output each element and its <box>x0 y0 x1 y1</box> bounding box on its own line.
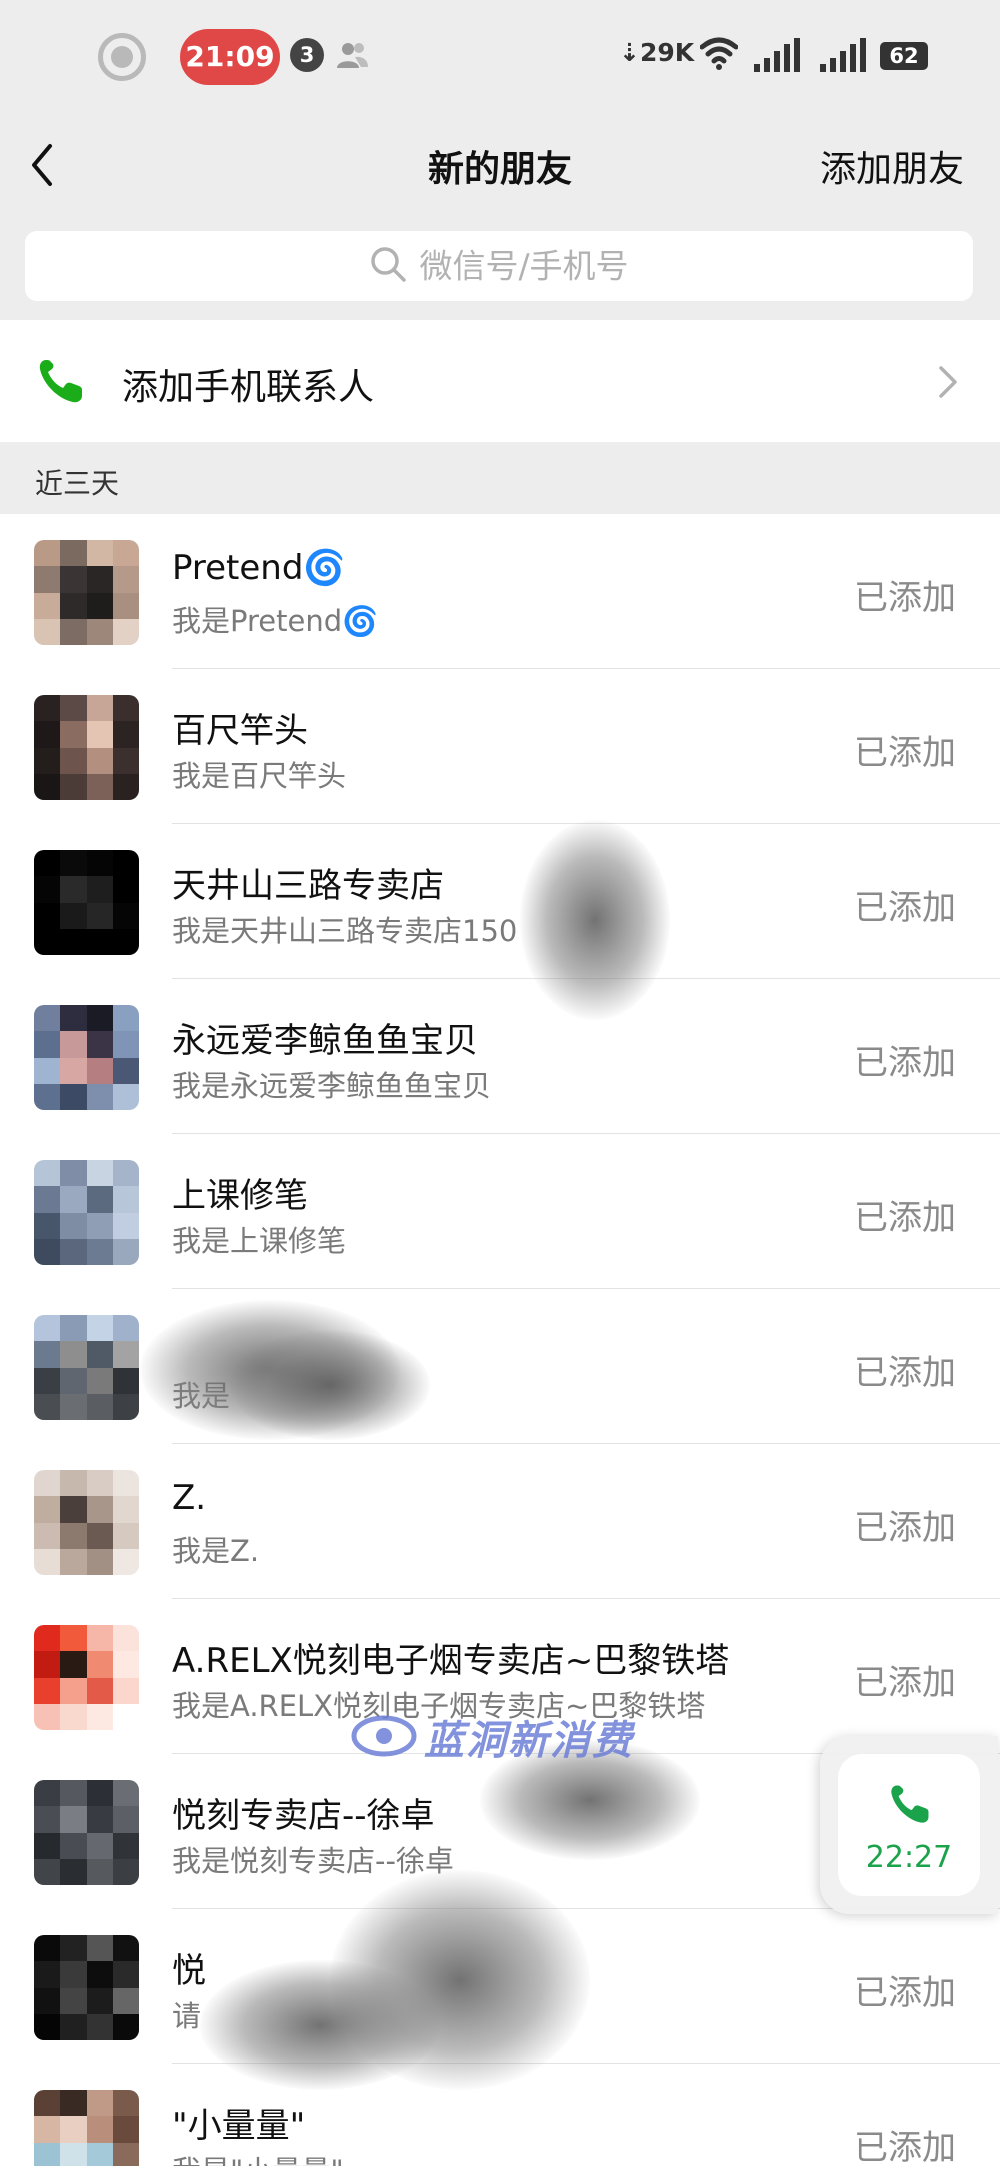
added-status-label: 已添加 <box>854 1198 956 1238</box>
friend-name: 悦 <box>172 1951 206 1991</box>
friend-name: 天井山三路专卖店 <box>172 866 444 906</box>
friend-request-message: 我是Z. <box>172 1534 260 1568</box>
battery-indicator: 62 <box>880 42 928 70</box>
avatar[interactable] <box>34 1160 139 1265</box>
friend-request-message: 我是天井山三路专卖店150 <box>172 914 518 948</box>
watermark: 蓝洞新消费 <box>350 1706 660 1766</box>
call-duration: 22:27 <box>865 1840 953 1875</box>
friend-row[interactable]: Z. 我是Z. 已添加 <box>0 1444 1000 1599</box>
friend-row[interactable]: 天井山三路专卖店我是天井山三路专卖店150 已添加 <box>0 824 1000 979</box>
added-status-label: 已添加 <box>854 1663 956 1703</box>
friend-name: 永远爱李鲸鱼鱼宝贝 <box>172 1021 478 1061</box>
chevron-right-icon <box>939 366 957 398</box>
added-status-label: 已添加 <box>854 888 956 928</box>
add-phone-contacts-item[interactable]: 添加手机联系人 <box>0 320 1000 442</box>
added-status-label: 已添加 <box>854 1973 956 2013</box>
new-friends-list: Pretend🌀 我是Pretend🌀 已添加 百尺竿头 我是百尺竿头 已添加 天井山三路专… <box>0 514 1000 2166</box>
watermark-logo-icon <box>351 1715 417 1757</box>
avatar[interactable] <box>34 695 139 800</box>
friend-request-message: 我是Pretend🌀 <box>172 604 379 638</box>
avatar[interactable] <box>34 850 139 955</box>
friend-row[interactable]: 悦请 已添加 <box>0 1909 1000 2064</box>
avatar[interactable] <box>34 1005 139 1110</box>
friend-name: Z. <box>172 1478 207 1518</box>
avatar[interactable] <box>34 540 139 645</box>
friend-name: 上课修笔 <box>172 1176 308 1216</box>
call-phone-icon <box>891 1785 929 1823</box>
avatar[interactable] <box>34 1315 139 1420</box>
added-status-label: 已添加 <box>854 578 956 618</box>
record-icon <box>98 33 146 81</box>
friend-request-message: 请 <box>172 1999 202 2033</box>
status-time[interactable]: 21:09 <box>180 29 280 85</box>
friend-row[interactable]: "小量量" 我是"小量量" 已添加 <box>0 2064 1000 2166</box>
friend-row[interactable]: 我是 已添加 <box>0 1289 1000 1444</box>
friend-row[interactable]: 百尺竿头我是百尺竿头 已添加 <box>0 669 1000 824</box>
search-icon <box>371 246 407 282</box>
friend-name: Pretend🌀 <box>172 548 346 588</box>
friend-name: 百尺竿头 <box>172 711 308 751</box>
avatar[interactable] <box>34 1470 139 1575</box>
signal-strength-2-icon <box>820 38 866 72</box>
added-status-label: 已添加 <box>854 2128 956 2166</box>
wifi-icon <box>700 37 738 70</box>
nav-bar: 新的朋友 添加朋友 <box>0 110 1000 220</box>
section-header: 近三天 <box>0 442 1000 514</box>
friend-request-message: 我是"小量量" <box>172 2148 344 2166</box>
friend-request-message: 我是百尺竿头 <box>172 759 347 793</box>
friend-request-message: 我是 <box>172 1379 231 1413</box>
added-status-label: 已添加 <box>854 1353 956 1393</box>
avatar[interactable] <box>34 1935 139 2040</box>
section-title: 近三天 <box>35 467 120 500</box>
network-speed: ⇣29K <box>619 38 695 67</box>
search-input[interactable]: 微信号/手机号 <box>25 231 973 301</box>
friend-row[interactable]: 永远爱李鲸鱼鱼宝贝我是永远爱李鲸鱼鱼宝贝 已添加 <box>0 979 1000 1134</box>
call-bubble-card: 22:27 <box>838 1754 980 1896</box>
search-placeholder: 微信号/手机号 <box>419 246 629 286</box>
friend-request-message: 我是上课修笔 <box>172 1224 347 1258</box>
avatar[interactable] <box>34 1780 139 1885</box>
notification-count-badge: 3 <box>290 38 324 72</box>
add-phone-contacts-label: 添加手机联系人 <box>122 367 375 408</box>
added-status-label: 已添加 <box>854 1508 956 1548</box>
friend-row[interactable]: Pretend🌀 我是Pretend🌀 已添加 <box>0 514 1000 669</box>
add-friend-button[interactable]: 添加朋友 <box>820 140 964 192</box>
status-bar: 21:09 3 ⇣29K 62 <box>0 0 1000 110</box>
friend-name: A.RELX悦刻电子烟专卖店~巴黎铁塔 <box>172 1641 730 1681</box>
added-status-label: 已添加 <box>854 1043 956 1083</box>
friend-name: "小量量" <box>172 2106 306 2146</box>
friend-request-message: 我是悦刻专卖店--徐卓 <box>172 1844 454 1878</box>
signal-strength-icon <box>754 38 800 72</box>
watermark-text: 蓝洞新消费 <box>424 1718 634 1764</box>
added-status-label: 已添加 <box>854 733 956 773</box>
people-icon <box>337 43 368 68</box>
phone-icon <box>39 360 82 403</box>
avatar[interactable] <box>34 2090 139 2166</box>
avatar[interactable] <box>34 1625 139 1730</box>
floating-call-bubble[interactable]: 22:27 <box>820 1736 998 1914</box>
friend-name: 悦刻专卖店--徐卓 <box>172 1796 435 1836</box>
friend-row[interactable]: 上课修笔我是上课修笔 已添加 <box>0 1134 1000 1289</box>
friend-request-message: 我是永远爱李鲸鱼鱼宝贝 <box>172 1069 492 1103</box>
